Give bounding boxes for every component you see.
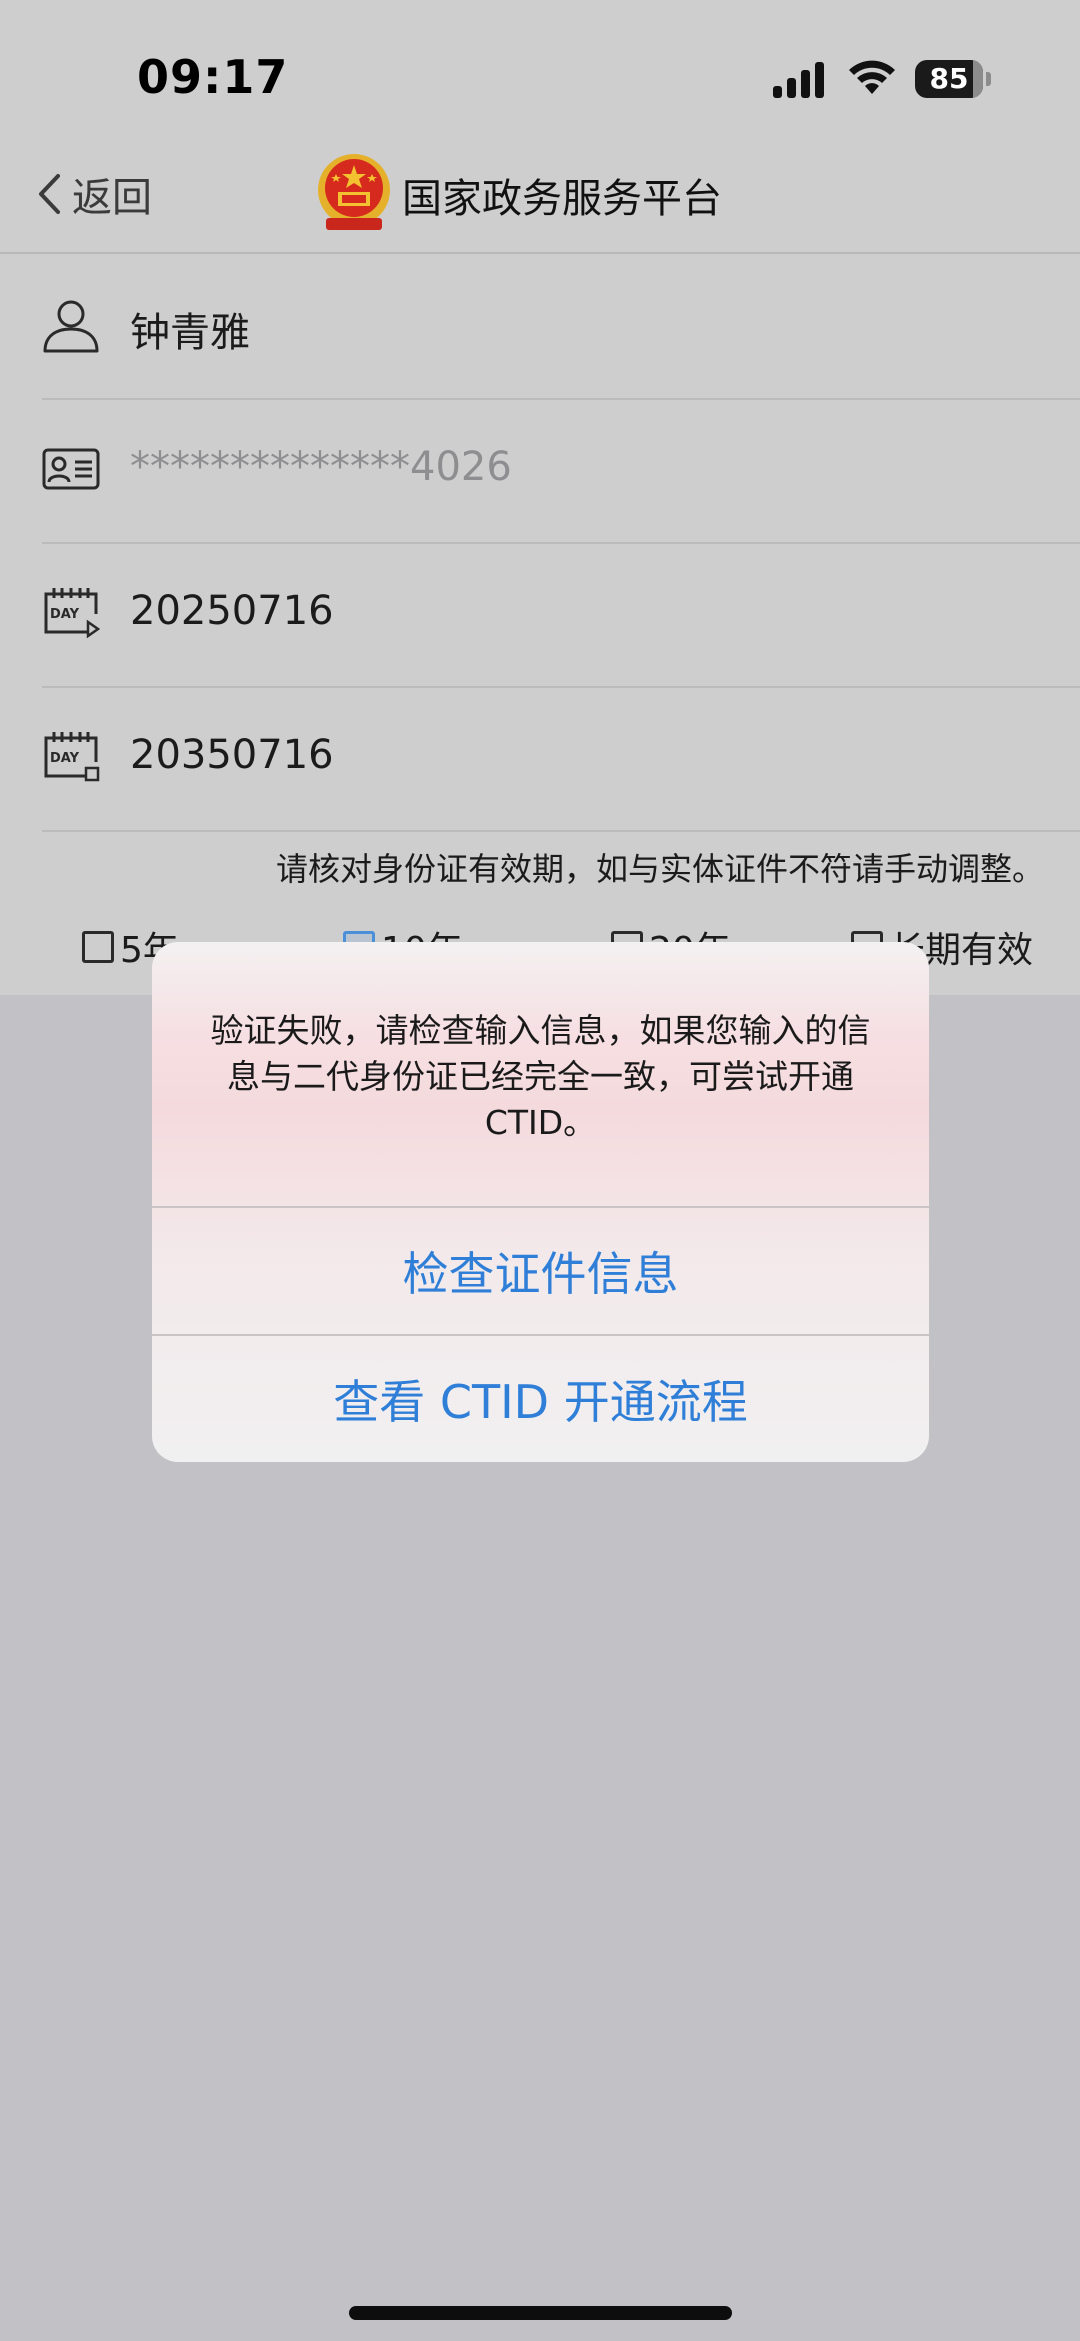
battery-tip xyxy=(986,72,991,86)
page-title: 国家政务服务平台 xyxy=(402,176,722,222)
start-date-value: 20250716 xyxy=(130,588,334,634)
validity-hint: 请核对身份证有效期，如与实体证件不符请手动调整。 xyxy=(276,850,1045,888)
calendar-end-icon: DAY xyxy=(44,732,100,782)
verification-failed-alert: 验证失败，请检查输入信息，如果您输入的信息与二代身份证已经完全一致，可尝试开通C… xyxy=(152,942,929,1462)
national-emblem-icon xyxy=(318,154,390,230)
navigation-bar: 返回 国家政务服务平台 xyxy=(0,140,1080,254)
status-bar: 09:17 85 xyxy=(0,0,1080,140)
alert-message: 验证失败，请检查输入信息，如果您输入的信息与二代身份证已经完全一致，可尝试开通C… xyxy=(210,1011,871,1142)
calendar-start-icon: DAY xyxy=(44,588,100,639)
checkbox-icon xyxy=(82,931,114,963)
battery-icon: 85 xyxy=(915,60,983,98)
home-indicator[interactable] xyxy=(349,2306,732,2320)
id-number-value: **************4026 xyxy=(130,444,512,490)
status-time: 09:17 xyxy=(137,50,289,104)
name-field[interactable]: 钟青雅 xyxy=(42,254,1080,400)
id-number-field[interactable]: **************4026 xyxy=(42,398,1080,544)
svg-text:DAY: DAY xyxy=(50,607,80,622)
start-date-field[interactable]: DAY 20250716 xyxy=(42,542,1080,688)
cellular-signal-icon xyxy=(773,62,824,98)
person-icon xyxy=(43,300,99,353)
end-date-field[interactable]: DAY 20350716 xyxy=(42,686,1080,832)
view-ctid-process-button[interactable]: 查看 CTID 开通流程 xyxy=(152,1336,929,1462)
svg-text:DAY: DAY xyxy=(50,751,80,766)
back-label: 返回 xyxy=(72,175,152,221)
name-value: 钟青雅 xyxy=(130,310,250,356)
chevron-left-icon xyxy=(39,174,60,214)
id-card-icon xyxy=(42,448,100,490)
back-button[interactable]: 返回 xyxy=(36,164,152,224)
end-date-value: 20350716 xyxy=(130,732,334,778)
wifi-icon xyxy=(849,60,895,94)
check-id-info-button[interactable]: 检查证件信息 xyxy=(152,1208,929,1334)
battery-level: 85 xyxy=(929,62,969,95)
